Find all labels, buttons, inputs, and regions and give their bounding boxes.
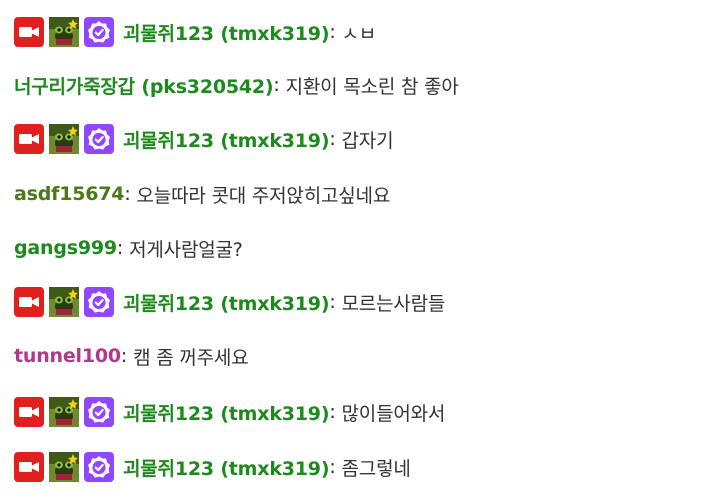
- chat-author[interactable]: asdf15674: [14, 183, 125, 205]
- camera-badge-icon[interactable]: [14, 397, 44, 427]
- chat-author[interactable]: 괴물쥐123 (tmxk319): [123, 19, 330, 46]
- chat-separator: :: [116, 237, 124, 259]
- camera-badge-icon[interactable]: [14, 287, 44, 317]
- chat-text: 모르는사람들: [341, 292, 446, 315]
- chat-separator: :: [329, 401, 336, 423]
- chat-message: 괴물쥐123 (tmxk319) : ㅅㅂ: [14, 14, 712, 50]
- chat-log: 괴물쥐123 (tmxk319) : ㅅㅂ 너구리가죽장갑 (pks320542…: [0, 0, 720, 500]
- chat-message: tunnel100 : 캠 좀 꺼주세요: [14, 338, 712, 374]
- chat-text: 갑자기: [341, 129, 394, 152]
- chat-author[interactable]: 괴물쥐123 (tmxk319): [123, 399, 330, 426]
- badge-group: [14, 124, 119, 154]
- verified-badge-icon[interactable]: [84, 287, 114, 317]
- verified-badge-icon[interactable]: [84, 17, 114, 47]
- chat-text: 캠 좀 꺼주세요: [133, 346, 249, 369]
- frog-avatar-badge-icon[interactable]: [49, 287, 79, 317]
- badge-group: [14, 452, 119, 482]
- badge-group: [14, 287, 119, 317]
- chat-text: ㅅㅂ: [341, 22, 377, 45]
- chat-message: asdf15674 : 오늘따라 콧대 주저앉히고싶네요: [14, 176, 712, 212]
- frog-avatar-badge-icon[interactable]: [49, 124, 79, 154]
- chat-separator: :: [329, 291, 336, 313]
- chat-text: 좀그렇네: [341, 457, 411, 480]
- chat-separator: :: [329, 21, 336, 43]
- chat-text: 많이들어와서: [341, 402, 446, 425]
- chat-separator: :: [124, 183, 131, 205]
- chat-author[interactable]: 괴물쥐123 (tmxk319): [123, 126, 330, 153]
- chat-message: 너구리가죽장갑 (pks320542) : 지환이 목소린 참 좋아: [14, 67, 712, 103]
- chat-separator: :: [329, 456, 336, 478]
- chat-text: 저게사람얼굴?: [129, 238, 243, 261]
- badge-group: [14, 17, 119, 47]
- chat-message: 괴물쥐123 (tmxk319) : 많이들어와서: [14, 394, 712, 430]
- verified-badge-icon[interactable]: [84, 124, 114, 154]
- camera-badge-icon[interactable]: [14, 452, 44, 482]
- verified-badge-icon[interactable]: [84, 452, 114, 482]
- chat-author[interactable]: gangs999: [14, 237, 117, 259]
- chat-author[interactable]: 괴물쥐123 (tmxk319): [123, 454, 330, 481]
- chat-message: 괴물쥐123 (tmxk319) : 갑자기: [14, 121, 712, 157]
- chat-separator: :: [273, 74, 280, 96]
- frog-avatar-badge-icon[interactable]: [49, 452, 79, 482]
- camera-badge-icon[interactable]: [14, 17, 44, 47]
- frog-avatar-badge-icon[interactable]: [49, 17, 79, 47]
- chat-separator: :: [329, 128, 336, 150]
- chat-author[interactable]: 너구리가죽장갑 (pks320542): [14, 72, 274, 99]
- chat-separator: :: [120, 345, 128, 367]
- chat-author[interactable]: tunnel100: [14, 345, 121, 367]
- chat-text: 지환이 목소린 참 좋아: [285, 75, 459, 98]
- chat-message: gangs999 : 저게사람얼굴?: [14, 230, 712, 266]
- badge-group: [14, 397, 119, 427]
- chat-message: 괴물쥐123 (tmxk319) : 좀그렇네: [14, 449, 712, 485]
- frog-avatar-badge-icon[interactable]: [49, 397, 79, 427]
- chat-text: 오늘따라 콧대 주저앉히고싶네요: [136, 184, 391, 207]
- verified-badge-icon[interactable]: [84, 397, 114, 427]
- chat-message: 괴물쥐123 (tmxk319) : 모르는사람들: [14, 284, 712, 320]
- camera-badge-icon[interactable]: [14, 124, 44, 154]
- chat-author[interactable]: 괴물쥐123 (tmxk319): [123, 289, 330, 316]
